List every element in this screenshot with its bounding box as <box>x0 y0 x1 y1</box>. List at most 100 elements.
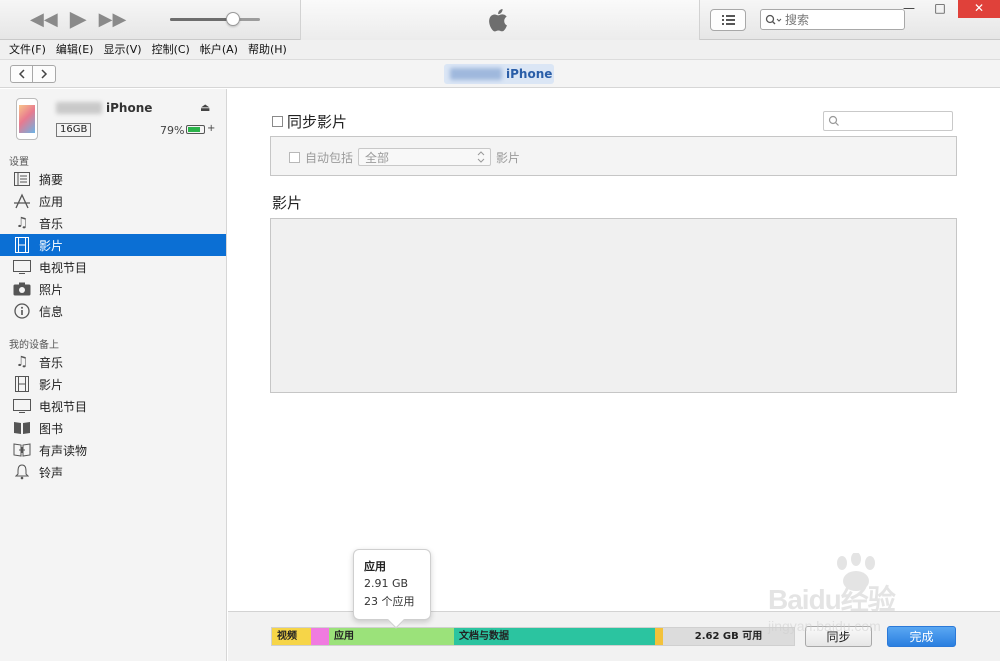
sidebar-item-label: 影片 <box>39 377 64 392</box>
sidebar-item-label: 电视节目 <box>39 260 88 275</box>
battery-icon <box>186 125 205 134</box>
tooltip-title: 应用 <box>364 560 386 573</box>
settings-section-title: 设置 <box>9 157 29 168</box>
camera-icon <box>13 280 31 298</box>
updown-chevron-icon <box>477 151 485 163</box>
history-buttons <box>10 65 56 83</box>
search-placeholder: 搜索 <box>785 13 810 27</box>
tooltip-count: 23 个应用 <box>364 595 415 608</box>
search-icon <box>765 14 782 24</box>
sidebar-item-movies[interactable]: 影片 <box>0 234 226 256</box>
fast-forward-icon[interactable]: ▶▶ <box>99 9 127 31</box>
apple-logo-icon <box>489 8 507 32</box>
itunes-window: ◀◀ ▶ ▶▶ 搜索 — □ ✕ 文件(F) 编辑(E) 显示(V) 控制(C)… <box>0 0 1000 661</box>
iphone-icon <box>16 98 38 140</box>
menu-edit[interactable]: 编辑(E) <box>51 40 99 59</box>
storage-segment[interactable]: 应用 <box>329 628 454 645</box>
minimize-button[interactable]: — <box>895 0 923 18</box>
storage-segment[interactable]: 文档与数据 <box>454 628 655 645</box>
volume-knob[interactable] <box>226 12 240 26</box>
volume-slider[interactable] <box>170 12 260 26</box>
movies-icon <box>13 375 31 393</box>
storage-segment[interactable]: 视频 <box>272 628 311 645</box>
sidebar-item-label: 信息 <box>39 304 64 319</box>
storage-segment[interactable] <box>655 628 663 645</box>
device-item-audiobooks[interactable]: 有声读物 <box>0 439 226 461</box>
device-button[interactable]: iPhone <box>444 64 554 84</box>
sidebar-item-photos[interactable]: 照片 <box>0 278 226 300</box>
auto-include-value: 全部 <box>365 150 390 165</box>
tv-icon <box>13 258 31 276</box>
volume-fill <box>170 18 233 21</box>
movies-list <box>270 218 957 393</box>
sidebar-item-label: 电视节目 <box>39 399 88 414</box>
storage-tooltip: 应用 2.91 GB 23 个应用 <box>353 549 431 629</box>
device-name-label: iPhone <box>106 101 153 115</box>
device-item-books[interactable]: 图书 <box>0 417 226 439</box>
menu-bar: 文件(F) 编辑(E) 显示(V) 控制(C) 帐户(A) 帮助(H) <box>0 40 1000 60</box>
audiobook-icon <box>13 441 31 459</box>
sidebar-item-tv[interactable]: 电视节目 <box>0 256 226 278</box>
close-button[interactable]: ✕ <box>958 0 1000 18</box>
filter-input[interactable] <box>823 111 953 131</box>
search-field[interactable]: 搜索 <box>760 9 905 30</box>
forward-button[interactable] <box>33 65 56 83</box>
sidebar-item-label: 摘要 <box>39 172 64 187</box>
sidebar-item-label: 有声读物 <box>39 443 88 458</box>
watermark-brand: Baidu经验 <box>768 584 896 615</box>
device-item-tones[interactable]: 铃声 <box>0 461 226 483</box>
menu-help[interactable]: 帮助(H) <box>243 40 292 59</box>
charging-icon: + <box>207 123 216 134</box>
sidebar-item-summary[interactable]: 摘要 <box>0 168 226 190</box>
sidebar: iPhone ⏏ 16GB 79% + 设置 摘要 应用 ♫ 音乐 影片 电视节… <box>0 89 227 661</box>
auto-include-options: 自动包括 全部 影片 <box>270 136 957 176</box>
auto-include-checkbox[interactable] <box>289 151 300 163</box>
sidebar-item-music[interactable]: ♫ 音乐 <box>0 212 226 234</box>
device-summary: iPhone ⏏ 16GB 79% + <box>0 89 226 145</box>
sidebar-item-label: 照片 <box>39 282 64 297</box>
battery-percent: 79% <box>160 124 185 137</box>
eject-icon[interactable]: ⏏ <box>200 101 210 114</box>
auto-include-select[interactable]: 全部 <box>358 148 492 166</box>
watermark-url: jingyan.baidu.com <box>768 618 881 634</box>
device-item-tv[interactable]: 电视节目 <box>0 395 226 417</box>
sidebar-item-apps[interactable]: 应用 <box>0 190 226 212</box>
sidebar-item-label: 影片 <box>39 238 64 253</box>
device-item-music[interactable]: ♫ 音乐 <box>0 351 226 373</box>
tv-icon <box>13 397 31 415</box>
baidu-watermark: Baidu经验 jingyan.baidu.com <box>768 548 958 658</box>
movies-section-title: 影片 <box>272 194 303 212</box>
menu-account[interactable]: 帐户(A) <box>195 40 243 59</box>
bell-icon <box>13 463 31 481</box>
play-icon[interactable]: ▶ <box>70 9 87 31</box>
auto-include-suffix: 影片 <box>496 150 521 165</box>
sidebar-item-info[interactable]: 信息 <box>0 300 226 322</box>
playback-controls: ◀◀ ▶ ▶▶ <box>30 9 126 31</box>
back-button[interactable] <box>10 65 33 83</box>
redacted-device-name <box>450 68 502 80</box>
title-bar: ◀◀ ▶ ▶▶ 搜索 — □ ✕ <box>0 0 1000 40</box>
menu-view[interactable]: 显示(V) <box>98 40 146 59</box>
rewind-icon[interactable]: ◀◀ <box>30 9 58 31</box>
sidebar-item-label: 音乐 <box>39 216 64 231</box>
storage-capacity-bar[interactable]: 视频 应用 文档与数据 2.62 GB 可用 <box>271 627 795 646</box>
navigation-bar: iPhone <box>0 60 1000 88</box>
apps-icon <box>13 192 31 210</box>
tooltip-size: 2.91 GB <box>364 577 409 590</box>
music-icon: ♫ <box>15 354 29 370</box>
sidebar-item-label: 铃声 <box>39 465 64 480</box>
list-view-button[interactable] <box>710 9 746 31</box>
book-icon <box>13 419 31 437</box>
device-item-movies[interactable]: 影片 <box>0 373 226 395</box>
sync-movies-row: 同步影片 <box>272 111 347 132</box>
sync-movies-checkbox[interactable] <box>272 116 283 127</box>
menu-controls[interactable]: 控制(C) <box>147 40 195 59</box>
sidebar-item-label: 音乐 <box>39 355 64 370</box>
storage-segment[interactable] <box>311 628 329 645</box>
menu-file[interactable]: 文件(F) <box>4 40 51 59</box>
maximize-button[interactable]: □ <box>926 0 954 18</box>
chevron-left-icon <box>18 69 25 79</box>
info-icon <box>13 302 31 320</box>
movies-icon <box>13 236 31 254</box>
device-pill-label: iPhone <box>506 67 553 81</box>
